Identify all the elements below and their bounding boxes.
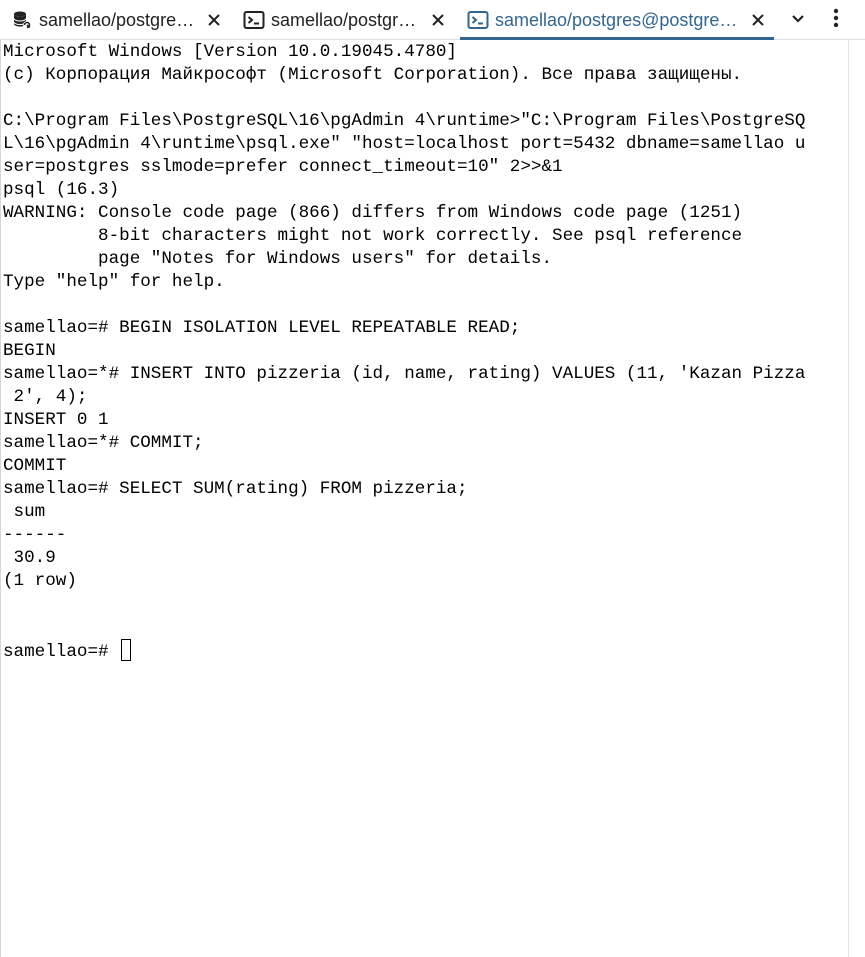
terminal-line: Microsoft Windows [Version 10.0.19045.47… <box>3 42 457 62</box>
terminal-line: ser=postgres sslmode=prefer connect_time… <box>3 157 563 177</box>
more-tabs-button[interactable] <box>780 0 816 40</box>
terminal-line: WARNING: Console code page (866) differs… <box>3 203 743 223</box>
terminal-line: INSERT 0 1 <box>3 410 109 430</box>
text-cursor <box>121 639 132 661</box>
terminal-line: samellao=# BEGIN ISOLATION LEVEL REPEATA… <box>3 318 521 338</box>
terminal-line: Type "help" for help. <box>3 272 225 292</box>
terminal-line: sum <box>3 502 46 522</box>
pgadmin-psql-window: samellao/postgres@postgresql samellao/po… <box>0 0 865 957</box>
psql-terminal[interactable]: Microsoft Windows [Version 10.0.19045.47… <box>0 40 848 957</box>
terminal-line: page "Notes for Windows users" for detai… <box>3 249 553 269</box>
terminal-line: COMMIT <box>3 456 67 476</box>
vertical-scrollbar[interactable] <box>848 40 865 957</box>
terminal-line: samellao=# SELECT SUM(rating) FROM pizze… <box>3 479 468 499</box>
tab-label: samellao/postgres@postgresql <box>271 9 422 30</box>
chevron-down-icon <box>790 10 806 31</box>
terminal-line: samellao=*# INSERT INTO pizzeria (id, na… <box>3 364 806 384</box>
terminal-line: samellao=*# COMMIT; <box>3 433 204 453</box>
terminal-line: 2', 4); <box>3 387 88 407</box>
terminal-line: (1 row) <box>3 571 77 591</box>
tab-label: samellao/postgres@postgresql <box>495 9 742 30</box>
terminal-line: C:\Program Files\PostgreSQL\16\pgAdmin 4… <box>3 111 806 131</box>
more-vertical-icon <box>833 8 839 33</box>
terminal-line: L\16\pgAdmin 4\runtime\psql.exe" "host=l… <box>3 134 806 154</box>
terminal-icon <box>243 9 265 31</box>
tab-query-tool[interactable]: samellao/postgres@postgresql <box>0 0 232 40</box>
terminal-line: psql (16.3) <box>3 180 120 200</box>
terminal-line: ------ <box>3 525 67 545</box>
prompt-line[interactable]: samellao=# <box>3 639 848 662</box>
close-icon[interactable] <box>748 10 768 30</box>
close-icon[interactable] <box>428 10 448 30</box>
database-icon <box>11 9 33 31</box>
terminal-icon <box>467 9 489 31</box>
prompt-text: samellao=# <box>3 642 120 662</box>
terminal-line: BEGIN <box>3 341 56 361</box>
terminal-line: 30.9 <box>3 548 56 568</box>
close-icon[interactable] <box>204 10 224 30</box>
tab-psql-1[interactable]: samellao/postgres@postgresql <box>232 0 456 40</box>
terminal-line: (c) Корпорация Майкрософт (Microsoft Cor… <box>3 65 743 85</box>
tab-psql-2-active[interactable]: samellao/postgres@postgresql <box>456 0 776 40</box>
tab-bar: samellao/postgres@postgresql samellao/po… <box>0 0 865 40</box>
terminal-line: 8-bit characters might not work correctl… <box>3 226 743 246</box>
tab-menu-button[interactable] <box>818 0 854 40</box>
tab-label: samellao/postgres@postgresql <box>39 9 198 30</box>
